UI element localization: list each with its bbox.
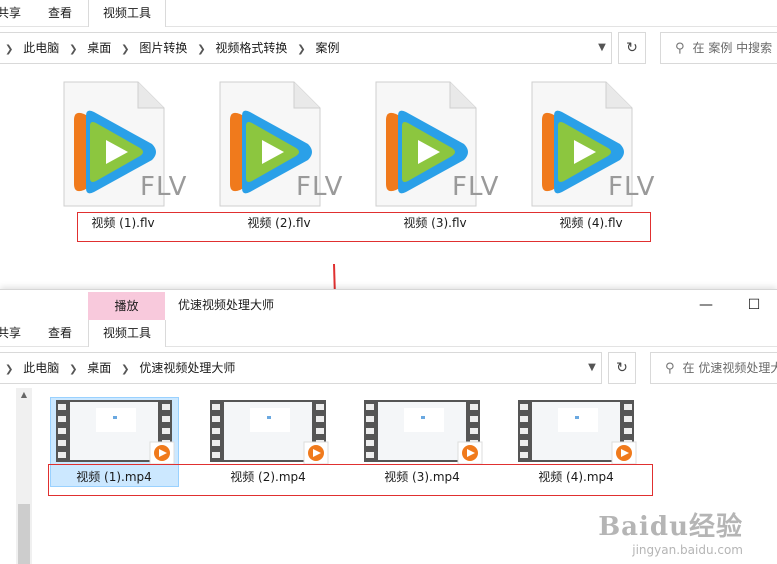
explorer-window-flv: 共享 查看 视频工具 ❯ 此电脑 ❯ 桌面 ❯ 图片转换 ❯ 视频格式转换 ❯ … <box>0 0 777 270</box>
watermark-url: jingyan.baidu.com <box>632 543 743 557</box>
video-file-icon <box>364 400 483 465</box>
tab-video-tools[interactable]: 视频工具 <box>88 320 166 347</box>
tab-share[interactable]: 共享 <box>0 320 24 346</box>
chevron-right-icon: ❯ <box>69 364 78 375</box>
breadcrumb: ❯ 此电脑 ❯ 桌面 ❯ 优速视频处理大师 <box>0 353 235 383</box>
baidu-watermark: Baidu经验 jingyan.baidu.com <box>598 506 743 557</box>
breadcrumb-item[interactable]: 桌面 <box>87 33 111 63</box>
window-title: 优速视频处理大师 <box>178 298 275 312</box>
tab-play-context[interactable]: 播放 <box>88 292 165 320</box>
breadcrumb-item[interactable]: 视频格式转换 <box>215 33 287 63</box>
file-item[interactable] <box>518 400 638 469</box>
maximize-button[interactable]: ☐ <box>736 290 772 320</box>
breadcrumb-item[interactable]: 桌面 <box>87 353 111 383</box>
minimize-button[interactable]: — <box>688 290 724 320</box>
chevron-right-icon: ❯ <box>69 44 78 55</box>
tab-view[interactable]: 查看 <box>40 0 80 26</box>
file-item[interactable] <box>56 400 176 469</box>
scroll-up-arrow-icon[interactable]: ▲ <box>16 388 32 402</box>
ribbon-tabs: 共享 查看 视频工具 <box>0 320 777 347</box>
search-icon: ⚲ <box>675 41 685 56</box>
file-type-badge: FLV <box>452 172 500 202</box>
file-item[interactable] <box>210 400 330 469</box>
breadcrumb-item[interactable]: 图片转换 <box>139 33 187 63</box>
file-type-badge: FLV <box>296 172 344 202</box>
tab-video-tools[interactable]: 视频工具 <box>88 0 166 27</box>
vertical-scrollbar[interactable]: ▲ <box>16 388 32 564</box>
annotation-highlight-box <box>77 212 651 242</box>
chevron-right-icon: ❯ <box>121 44 130 55</box>
refresh-button[interactable]: ↻ <box>618 32 646 64</box>
breadcrumb-item[interactable]: 此电脑 <box>23 353 59 383</box>
chevron-right-icon: ❯ <box>5 364 14 375</box>
address-bar[interactable]: ❯ 此电脑 ❯ 桌面 ❯ 优速视频处理大师 ▼ <box>0 352 602 384</box>
annotation-highlight-box <box>48 464 653 496</box>
video-file-icon <box>56 400 175 465</box>
breadcrumb-item[interactable]: 此电脑 <box>23 33 59 63</box>
chevron-down-icon[interactable]: ▼ <box>581 353 603 383</box>
address-bar[interactable]: ❯ 此电脑 ❯ 桌面 ❯ 图片转换 ❯ 视频格式转换 ❯ 案例 ▼ <box>0 32 612 64</box>
file-item[interactable] <box>364 400 484 469</box>
tab-share[interactable]: 共享 <box>0 0 24 26</box>
breadcrumb: ❯ 此电脑 ❯ 桌面 ❯ 图片转换 ❯ 视频格式转换 ❯ 案例 <box>0 33 339 63</box>
chevron-right-icon: ❯ <box>121 364 130 375</box>
breadcrumb-item[interactable]: 优速视频处理大师 <box>139 353 235 383</box>
file-type-badge: FLV <box>608 172 656 202</box>
search-input[interactable]: ⚲ 在 案例 中搜索 <box>660 32 777 64</box>
tab-view[interactable]: 查看 <box>40 320 80 346</box>
watermark-logo: Baidu经验 <box>598 512 743 542</box>
chevron-right-icon: ❯ <box>197 44 206 55</box>
chevron-down-icon[interactable]: ▼ <box>591 33 613 63</box>
search-icon: ⚲ <box>665 361 675 376</box>
file-type-badge: FLV <box>140 172 188 202</box>
video-file-icon <box>210 400 329 465</box>
video-file-icon <box>518 400 637 465</box>
chevron-right-icon: ❯ <box>5 44 14 55</box>
search-input[interactable]: ⚲在 优速视频处理大师 中搜索 <box>650 352 777 384</box>
breadcrumb-item[interactable]: 案例 <box>315 33 339 63</box>
ribbon-tabs: 共享 查看 视频工具 <box>0 0 777 27</box>
chevron-right-icon: ❯ <box>297 44 306 55</box>
scrollbar-thumb[interactable] <box>18 504 30 564</box>
refresh-button[interactable]: ↻ <box>608 352 636 384</box>
